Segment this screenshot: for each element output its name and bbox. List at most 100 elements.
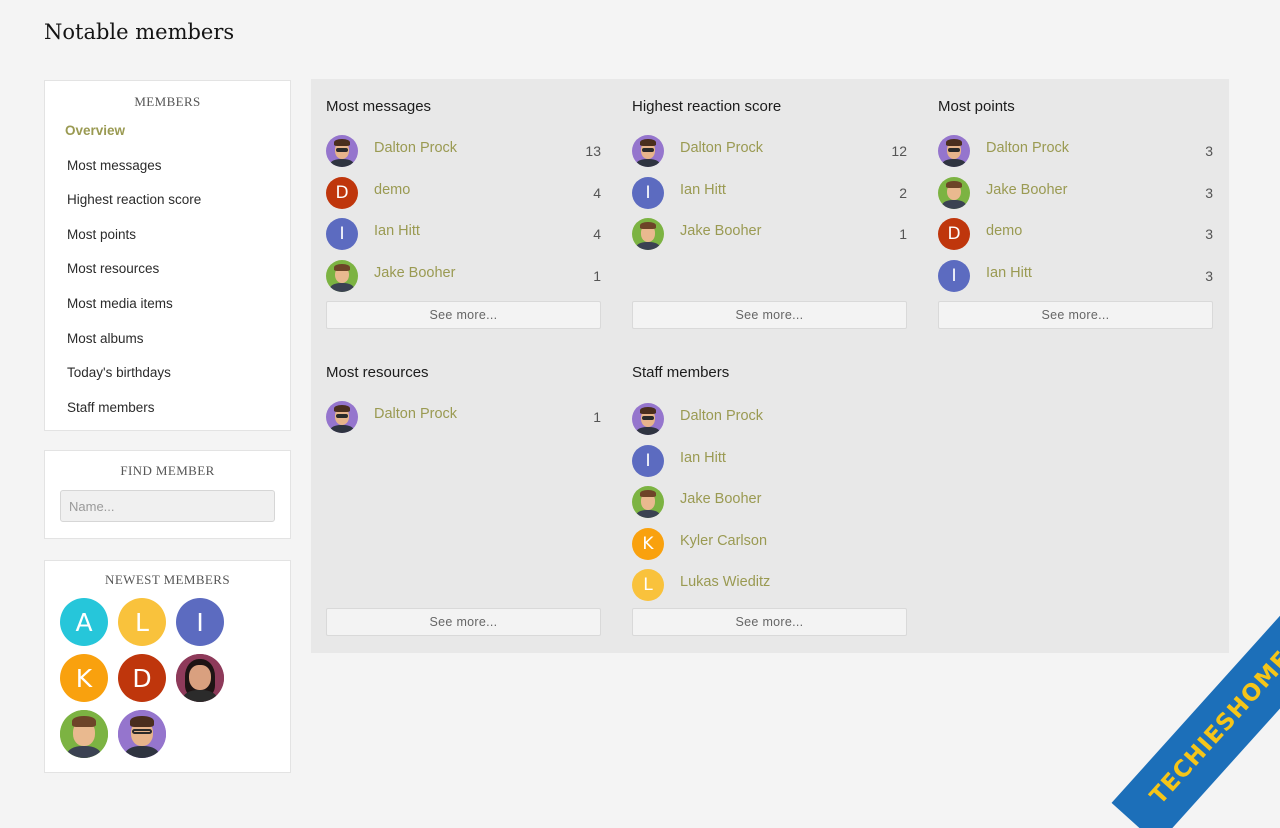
newest-member-avatar[interactable]: D [118,654,166,702]
member-name-link[interactable]: Ian Hitt [374,223,420,239]
jake-photo-avatar[interactable] [326,259,358,292]
member-letter-avatar[interactable]: I [326,218,358,250]
member-row: Dalton Prock [632,403,907,437]
dalton-photo-avatar[interactable] [326,135,358,167]
notable-members-panel: Most messages Dalton Prock 13 Ddemo 4 I Ian Hi… [311,79,1229,653]
nav-item-staff-members[interactable]: Staff members [45,391,290,426]
member-name-link[interactable]: Jake Booher [986,182,1067,198]
members-nav-block: MEMBERS Overview Most messages Highest r… [44,80,291,431]
member-row: I Ian Hitt 2 [632,176,907,211]
member-letter-avatar[interactable]: K [632,527,664,560]
member-letter-avatar[interactable]: L [632,569,664,601]
member-name-link[interactable]: demo [986,223,1022,239]
member-name-link[interactable]: Ian Hitt [986,265,1032,281]
member-row: Jake Booher [632,486,907,520]
member-count: 4 [593,184,601,201]
member-row: Dalton Prock 12 [632,135,907,169]
find-member-title: FIND MEMBER [120,463,215,478]
member-name-link[interactable]: Ian Hitt [680,182,726,198]
member-name-link[interactable]: Dalton Prock [374,140,457,156]
newest-member-avatar[interactable]: L [118,598,166,646]
member-count: 13 [585,143,601,159]
dalton-photo-avatar[interactable] [632,135,664,167]
woman-photo-avatar[interactable] [176,654,224,702]
jake-photo-avatar[interactable] [632,486,664,518]
see-more-button[interactable]: See more... [326,608,601,636]
dalton-photo-avatar[interactable] [118,710,166,758]
watermark-text: TECHIESHOME.COM [1145,600,1280,810]
member-row: Dalton Prock 3 [938,135,1213,169]
nav-item-most-resources[interactable]: Most resources [45,252,290,287]
member-count: 3 [1205,226,1213,242]
watermark: TECHIESHOME.COM [1030,600,1280,828]
member-name-link[interactable]: Dalton Prock [680,408,763,424]
nav-item-most-media-items[interactable]: Most media items [45,287,290,322]
nav-item-most-albums[interactable]: Most albums [45,322,290,357]
member-row: I Ian Hitt 3 [938,259,1213,294]
nav-item-overview[interactable]: Overview [45,114,290,149]
section-title: Most resources [326,364,429,381]
nav-item-highest-reaction-score[interactable]: Highest reaction score [45,183,290,218]
section-title: Most messages [326,98,432,115]
member-row: Ddemo 4 [326,176,601,211]
find-member-block: FIND MEMBER [44,450,291,539]
member-row: Dalton Prock 1 [326,401,601,435]
member-row: I Ian Hitt 4 [326,218,601,252]
member-letter-avatar[interactable]: I [938,259,970,292]
member-count: 1 [593,409,601,425]
member-name-link[interactable]: Lukas Wieditz [680,574,770,590]
member-name-link[interactable]: Dalton Prock [986,140,1069,156]
member-name-link[interactable]: demo [374,182,410,198]
member-name-link[interactable]: Jake Booher [680,491,761,507]
member-count: 3 [1205,184,1213,201]
newest-member-avatar[interactable]: I [176,598,224,646]
member-count: 3 [1205,143,1213,159]
member-name-link[interactable]: Kyler Carlson [680,533,767,549]
member-row: Jake Booher 1 [632,218,907,252]
newest-members-block: NEWEST MEMBERS ALI KD [44,560,291,773]
jake-photo-avatar[interactable] [632,218,664,250]
jake-photo-avatar[interactable] [938,176,970,209]
newest-members-grid: ALI KD [60,598,240,758]
member-letter-avatar[interactable]: D [326,176,358,209]
see-more-button[interactable]: See more... [326,301,601,329]
see-more-button[interactable]: See more... [938,301,1213,329]
member-count: 12 [891,143,907,159]
newest-member-avatar[interactable]: A [60,598,108,646]
member-count: 4 [593,226,601,242]
dalton-photo-avatar[interactable] [326,401,358,433]
member-letter-avatar[interactable]: D [938,218,970,250]
newest-members-title: NEWEST MEMBERS [105,572,230,587]
member-row: Dalton Prock 13 [326,135,601,169]
member-count: 1 [899,226,907,242]
member-count: 2 [899,184,907,201]
member-name-link[interactable]: Jake Booher [374,265,455,281]
member-row: L Lukas Wieditz [632,569,907,603]
watermark-band: TECHIESHOME.COM [1111,600,1280,828]
see-more-button[interactable]: See more... [632,301,907,329]
find-member-input[interactable] [60,490,275,522]
nav-item-most-points[interactable]: Most points [45,218,290,253]
dalton-photo-avatar[interactable] [632,403,664,435]
member-row: Jake Booher 1 [326,259,601,294]
section-title: Most points [938,98,1015,115]
member-row: I Ian Hitt [632,444,907,479]
member-count: 3 [1205,267,1213,284]
member-name-link[interactable]: Ian Hitt [680,450,726,466]
members-nav-title: MEMBERS [134,94,201,109]
member-letter-avatar[interactable]: I [632,176,664,209]
nav-item-most-messages[interactable]: Most messages [45,149,290,184]
dalton-photo-avatar[interactable] [938,135,970,167]
member-row: K Kyler Carlson [632,527,907,562]
see-more-button[interactable]: See more... [632,608,907,636]
jake-photo-avatar[interactable] [60,710,108,758]
nav-item-todays-birthdays[interactable]: Today's birthdays [45,356,290,391]
member-name-link[interactable]: Dalton Prock [680,140,763,156]
member-letter-avatar[interactable]: I [632,444,664,477]
member-count: 1 [593,267,601,284]
page-title: Notable members [44,20,235,44]
newest-member-avatar[interactable]: K [60,654,108,702]
members-nav-list: Overview Most messages Highest reaction … [45,114,290,425]
member-name-link[interactable]: Dalton Prock [374,406,457,422]
member-name-link[interactable]: Jake Booher [680,223,761,239]
